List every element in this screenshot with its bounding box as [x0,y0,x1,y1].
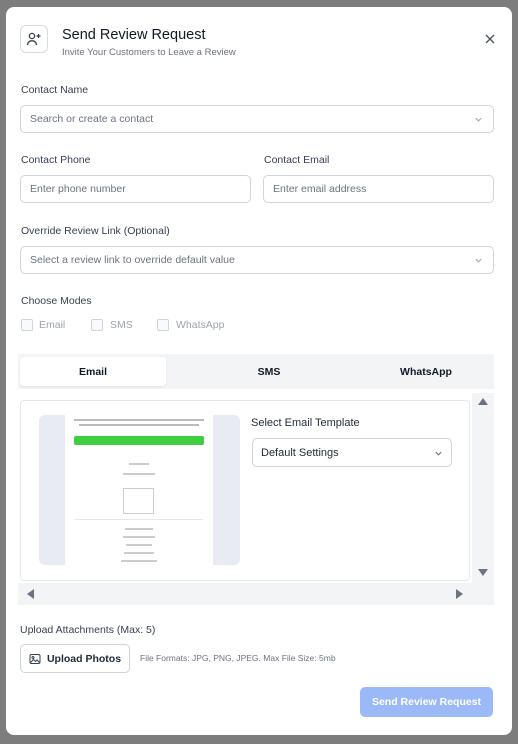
chevron-down-icon [475,258,482,263]
chevron-down-icon [475,117,482,122]
choose-modes-label: Choose Modes [21,295,92,307]
select-template-label: Select Email Template [251,417,360,429]
send-review-request-button[interactable]: Send Review Request [360,687,493,717]
scroll-left-icon[interactable] [26,588,36,600]
upload-attachments-label: Upload Attachments (Max: 5) [20,624,156,636]
email-panel: Select Email Template Default Settings [20,400,470,581]
contact-email-placeholder: Enter email address [273,183,367,195]
contact-phone-label: Contact Phone [21,154,91,166]
preview-logo-placeholder [123,488,154,514]
email-template-value: Default Settings [261,446,339,459]
contact-name-label: Contact Name [21,84,89,96]
scroll-down-icon[interactable] [477,567,489,577]
modal-subtitle: Invite Your Customers to Leave a Review [62,47,236,58]
preview-text-block [65,417,213,431]
contact-phone-input[interactable]: Enter phone number [20,175,251,203]
modal-title: Send Review Request [62,27,206,43]
override-link-label: Override Review Link (Optional) [21,225,170,237]
contact-email-input[interactable]: Enter email address [263,175,494,203]
email-preview-content [65,415,213,565]
mode-sms-checkbox[interactable] [91,319,103,331]
add-user-icon [20,25,48,53]
image-icon [29,653,41,664]
override-link-placeholder: Select a review link to override default… [30,254,235,266]
mode-email-checkbox[interactable] [21,319,33,331]
chevron-down-icon [435,451,442,456]
mode-email-label: Email [39,319,66,331]
scroll-right-icon[interactable] [454,588,464,600]
tab-email[interactable]: Email [20,357,166,386]
tab-sms[interactable]: SMS [196,357,342,386]
upload-photos-button[interactable]: Upload Photos [20,644,130,673]
send-review-modal: Send Review Request Invite Your Customer… [6,7,512,735]
close-icon[interactable] [482,31,498,47]
contact-name-placeholder: Search or create a contact [30,113,154,125]
contact-email-label: Contact Email [264,154,330,166]
mode-whatsapp-label: WhatsApp [176,319,225,331]
email-template-preview[interactable] [39,415,240,565]
contact-name-select[interactable]: Search or create a contact [20,105,494,133]
mode-tabs: Email SMS WhatsApp [18,354,494,389]
mode-sms-label: SMS [110,319,133,331]
file-formats-note: File Formats: JPG, PNG, JPEG. Max File S… [140,653,336,663]
tab-whatsapp[interactable]: WhatsApp [353,357,499,386]
preview-button [74,436,204,445]
scroll-up-icon[interactable] [477,397,489,407]
vertical-scrollbar[interactable] [472,393,494,583]
mode-whatsapp-checkbox[interactable] [157,319,169,331]
contact-phone-placeholder: Enter phone number [30,183,126,195]
email-template-select[interactable]: Default Settings [252,438,452,467]
horizontal-scrollbar[interactable] [18,583,494,605]
override-link-select[interactable]: Select a review link to override default… [20,246,494,274]
upload-photos-label: Upload Photos [46,652,122,665]
